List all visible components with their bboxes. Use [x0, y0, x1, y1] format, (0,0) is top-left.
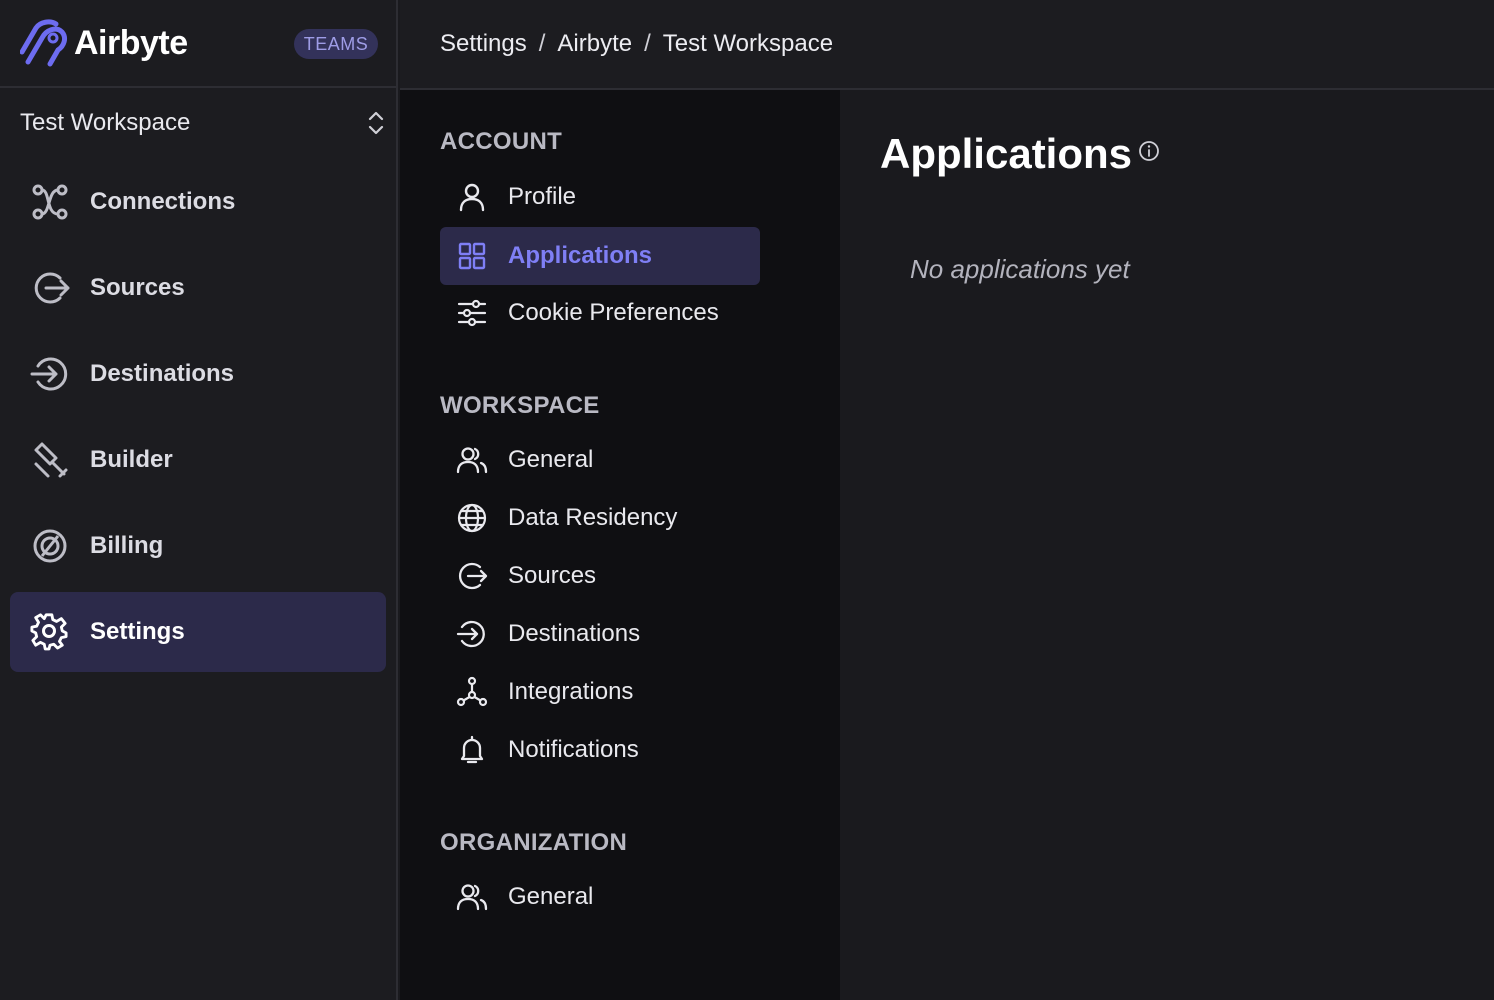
- main-nav: Connections Sources Destinations Builder: [0, 162, 396, 672]
- nav-item-label: Billing: [90, 532, 164, 559]
- nav-item-label: Settings: [90, 618, 185, 645]
- breadcrumb-item-workspace: Test Workspace: [662, 30, 834, 57]
- breadcrumb-separator: /: [644, 30, 651, 57]
- settings-item-applications[interactable]: Applications: [440, 227, 760, 285]
- billing-icon: [33, 529, 67, 563]
- settings-item-label: Destinations: [508, 620, 641, 647]
- settings-item-label: Notifications: [508, 736, 639, 763]
- nav-item-sources[interactable]: Sources: [10, 248, 386, 328]
- settings-item-data-residency[interactable]: Data Residency: [440, 489, 760, 547]
- settings-item-label: Sources: [508, 562, 597, 589]
- empty-state-text: No applications yet: [910, 254, 1130, 284]
- settings-item-label: General: [508, 883, 594, 910]
- applications-panel: Applications No applications yet: [840, 90, 1494, 1000]
- brand-header: Airbyte TEAMS: [0, 0, 396, 88]
- settings-item-destinations[interactable]: Destinations: [440, 605, 760, 663]
- workspace-selector[interactable]: Test Workspace: [0, 88, 396, 158]
- nav-item-label: Destinations: [90, 360, 235, 387]
- breadcrumb-item-settings[interactable]: Settings: [440, 30, 527, 58]
- brand-name: Airbyte: [74, 23, 188, 62]
- settings-item-organization-general[interactable]: General: [440, 868, 760, 926]
- section-title-workspace: WORKSPACE: [440, 392, 600, 419]
- integrations-icon: [456, 676, 488, 707]
- builder-icon: [34, 442, 68, 478]
- breadcrumb-item-organization[interactable]: Airbyte: [557, 30, 632, 58]
- users-icon: [456, 884, 488, 911]
- globe-icon: [457, 503, 487, 533]
- plan-badge: TEAMS: [294, 29, 378, 59]
- page-title: Applications: [880, 130, 1133, 177]
- sources-icon: [34, 272, 70, 304]
- breadcrumb-separator: /: [538, 30, 546, 57]
- workspace-name: Test Workspace: [20, 109, 191, 136]
- chevron-up-down-icon: [368, 111, 384, 135]
- settings-item-integrations[interactable]: Integrations: [440, 663, 760, 721]
- nav-item-builder[interactable]: Builder: [10, 420, 386, 500]
- nav-item-settings[interactable]: Settings: [10, 592, 386, 672]
- settings-item-label: Data Residency: [508, 504, 678, 531]
- users-icon: [456, 447, 488, 474]
- section-title-account: ACCOUNT: [440, 128, 563, 155]
- nav-item-connections[interactable]: Connections: [10, 162, 386, 242]
- section-title-organization: ORGANIZATION: [440, 829, 628, 856]
- settings-item-profile[interactable]: Profile: [440, 168, 760, 226]
- gear-icon: [30, 613, 68, 651]
- settings-item-cookie-preferences[interactable]: Cookie Preferences: [440, 284, 760, 342]
- settings-item-label: Integrations: [508, 678, 634, 705]
- sources-icon: [458, 562, 488, 590]
- info-icon[interactable]: [1138, 140, 1160, 162]
- settings-item-label: General: [508, 446, 594, 473]
- destinations-icon: [456, 620, 485, 648]
- settings-item-notifications[interactable]: Notifications: [440, 721, 760, 779]
- sliders-icon: [457, 299, 487, 327]
- settings-item-label: Cookie Preferences: [508, 299, 719, 326]
- destinations-icon: [30, 357, 68, 391]
- settings-item-workspace-general[interactable]: General: [440, 431, 760, 489]
- main-sidebar: Airbyte TEAMS Test Workspace Connections: [0, 0, 398, 1000]
- grid-icon: [458, 242, 486, 270]
- settings-item-label: Profile: [508, 183, 577, 210]
- nav-item-destinations[interactable]: Destinations: [10, 334, 386, 414]
- settings-item-sources[interactable]: Sources: [440, 547, 760, 605]
- airbyte-logo-icon[interactable]: [20, 18, 68, 68]
- bell-icon: [460, 735, 484, 764]
- settings-item-label: Applications: [508, 242, 653, 269]
- nav-item-label: Builder: [90, 446, 173, 473]
- breadcrumb: Settings / Airbyte / Test Workspace: [400, 0, 1494, 90]
- nav-item-label: Sources: [90, 274, 185, 301]
- connections-icon: [32, 184, 68, 220]
- settings-nav: ACCOUNT Profile Applications Cookie Pref…: [400, 90, 840, 1000]
- nav-item-billing[interactable]: Billing: [10, 506, 386, 586]
- user-icon: [459, 183, 485, 212]
- nav-item-label: Connections: [90, 188, 236, 215]
